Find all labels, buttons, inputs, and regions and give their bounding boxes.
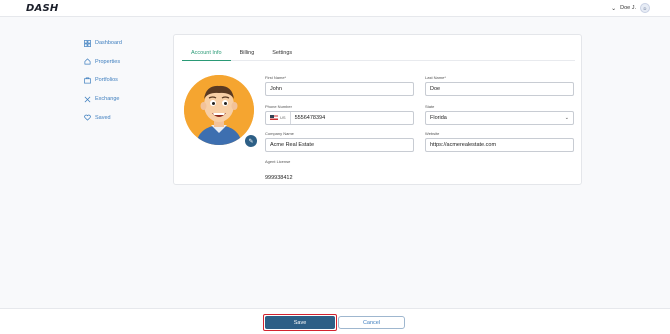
tab-settings[interactable]: Settings [263,49,301,61]
last-name-field: Last Name* Doe [425,75,574,96]
pencil-icon: ✎ [248,138,254,145]
exchange-icon [84,96,91,103]
sidebar-item-portfolios[interactable]: Portfolios [84,71,164,90]
website-input[interactable]: https://acmerealestate.com [425,137,574,152]
agent-license-label: Agent License [265,159,291,164]
company-value: Acme Real Estate [270,141,315,148]
state-select[interactable]: Florida ⌄ [425,110,574,125]
tab-billing[interactable]: Billing [231,49,264,61]
sidebar-item-label: Properties [95,58,121,65]
top-bar: DASH ⌄ Doe J. D [0,0,670,17]
first-name-input[interactable]: John [265,81,414,96]
phone-label: Phone Number [265,104,292,109]
country-code: US [280,115,286,120]
tab-account-info[interactable]: Account Info [182,49,231,61]
edit-avatar-button[interactable]: ✎ [245,135,257,147]
last-name-value: Doe [430,85,441,92]
company-field: Company Name Acme Real Estate [265,131,414,152]
sidebar-item-label: Portfolios [95,77,118,84]
website-label: Website [425,131,440,136]
state-value: Florida [430,114,447,121]
phone-value: 5556478394 [294,114,326,121]
company-input[interactable]: Acme Real Estate [265,137,414,152]
phone-input[interactable]: US 5556478394 [265,110,414,125]
sidebar-item-label: Dashboard [95,40,122,47]
country-selector[interactable]: US [270,111,291,124]
agent-license-field: Agent License 999938412 [265,159,293,184]
phone-field: Phone Number US 5556478394 [265,104,414,125]
dash-logo[interactable]: DASH [26,3,58,14]
website-field: Website https://acmerealestate.com [425,131,574,152]
portfolio-icon [84,77,91,84]
website-value: https://acmerealestate.com [430,141,497,148]
state-label: State [425,104,435,109]
avatar[interactable]: D [640,3,650,13]
save-highlight: Save [263,314,337,331]
sidebar: Dashboard Properties Portfolios Exchange… [84,34,164,127]
last-name-label: Last Name* [425,75,446,80]
chevron-down-icon: ⌄ [564,114,569,121]
sidebar-item-dashboard[interactable]: Dashboard [84,34,164,53]
tab-bar: Account Info Billing Settings [182,49,575,61]
first-name-value: John [270,85,282,92]
sidebar-item-saved[interactable]: Saved [84,108,164,127]
account-card: Account Info Billing Settings ✎ First Na… [173,34,582,185]
company-label: Company Name [265,131,294,136]
agent-license-value: 999938412 [265,174,293,181]
sidebar-item-properties[interactable]: Properties [84,53,164,72]
home-icon [84,58,91,65]
us-flag-icon [270,115,278,120]
profile-avatar [184,75,254,145]
sidebar-item-label: Exchange [95,96,120,103]
save-button[interactable]: Save [265,316,335,329]
sidebar-item-exchange[interactable]: Exchange [84,90,164,109]
user-menu[interactable]: ⌄ Doe J. D [611,3,650,13]
first-name-field: First Name* John [265,75,414,96]
state-field: State Florida ⌄ [425,104,574,125]
heart-icon [84,114,91,121]
cancel-button[interactable]: Cancel [338,316,405,329]
first-name-label: First Name* [265,75,287,80]
last-name-input[interactable]: Doe [425,81,574,96]
chevron-down-icon: ⌄ [611,5,617,12]
footer-bar: Save Cancel [0,308,670,334]
grid-icon [84,39,91,47]
user-name: Doe J. [620,5,636,11]
sidebar-item-label: Saved [95,114,111,121]
